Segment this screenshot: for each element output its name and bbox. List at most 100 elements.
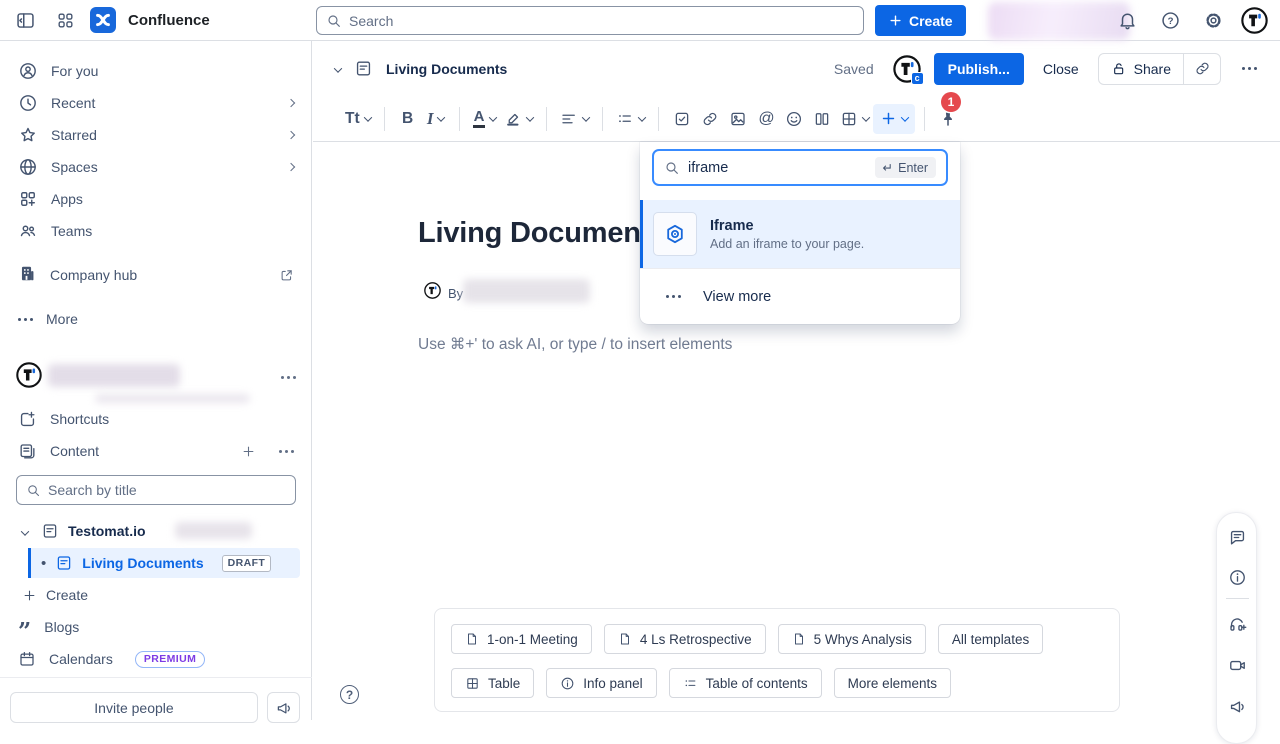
pushpin-icon xyxy=(939,110,957,128)
chevron-down-icon[interactable] xyxy=(335,60,341,78)
editing-avatar[interactable]: c xyxy=(893,55,921,83)
content-search[interactable] xyxy=(16,475,296,505)
page-icon-blue xyxy=(55,554,73,572)
settings-button[interactable] xyxy=(1198,5,1228,35)
space-more-icon[interactable] xyxy=(281,376,296,379)
template-button-5whys[interactable]: 5 Whys Analysis xyxy=(778,624,926,654)
editor-help-button[interactable]: ? xyxy=(340,685,359,704)
close-button[interactable]: Close xyxy=(1037,61,1085,77)
content-more-icon[interactable] xyxy=(279,450,294,453)
mention-button[interactable]: @ xyxy=(752,104,780,134)
layouts-button[interactable] xyxy=(808,104,836,134)
page-more-button[interactable] xyxy=(1234,54,1264,84)
highlighter-icon xyxy=(504,110,522,128)
more-dots-icon xyxy=(666,295,681,298)
tree-item-current-page[interactable]: • Living Documents DRAFT xyxy=(28,548,300,578)
redacted-space-name xyxy=(48,364,180,387)
tree-item-label: Living Documents xyxy=(82,555,203,571)
copy-link-button[interactable] xyxy=(1184,54,1220,84)
document-title[interactable]: Living Documents xyxy=(418,217,666,250)
all-templates-button[interactable]: All templates xyxy=(938,624,1043,654)
task-list-button[interactable] xyxy=(668,104,696,134)
bold-button[interactable]: B xyxy=(394,104,422,134)
sidebar-item-apps[interactable]: Apps xyxy=(8,184,304,214)
view-more-button[interactable]: View more xyxy=(640,269,960,324)
collapse-sidebar-button[interactable] xyxy=(10,5,40,35)
announcements-button[interactable] xyxy=(1217,690,1258,722)
insert-search-input[interactable] xyxy=(688,160,768,176)
text-styles-button[interactable]: Tt xyxy=(341,104,375,134)
lists-button[interactable] xyxy=(612,104,649,134)
add-content-icon[interactable] xyxy=(241,444,256,459)
confluence-logo-icon[interactable] xyxy=(90,7,116,33)
italic-button[interactable]: I xyxy=(422,104,450,134)
sidebar-item-spaces[interactable]: Spaces xyxy=(8,152,304,182)
insert-table-button[interactable]: Table xyxy=(451,668,534,698)
insert-search[interactable]: ↵ Enter xyxy=(652,149,948,186)
tree-item-parent-page[interactable]: Testomat.io xyxy=(22,518,146,544)
text-color-label: A xyxy=(473,109,486,128)
person-circle-icon xyxy=(18,61,38,81)
text-color-button[interactable]: A xyxy=(469,104,501,134)
sidebar-item-label: Blogs xyxy=(44,619,294,635)
help-button[interactable]: ? xyxy=(1155,5,1185,35)
chevron-down-icon xyxy=(489,113,497,121)
divider xyxy=(1226,598,1249,599)
global-search-input[interactable] xyxy=(349,13,854,29)
global-search[interactable] xyxy=(316,6,864,35)
insert-info-panel-button[interactable]: Info panel xyxy=(546,668,656,698)
chevron-down-icon xyxy=(526,113,534,121)
details-button[interactable] xyxy=(1217,561,1258,593)
teams-icon xyxy=(18,221,38,241)
author-avatar xyxy=(424,282,441,304)
draft-badge: DRAFT xyxy=(222,555,272,572)
insert-link-button[interactable] xyxy=(696,104,724,134)
divider xyxy=(546,107,547,131)
alignment-button[interactable] xyxy=(556,104,593,134)
chevron-down-icon[interactable] xyxy=(22,523,28,539)
sidebar-item-starred[interactable]: Starred xyxy=(8,120,304,150)
info-circle-icon xyxy=(1228,568,1247,587)
publish-button[interactable]: Publish... xyxy=(934,53,1024,85)
sidebar-item-recent[interactable]: Recent xyxy=(8,88,304,118)
comments-button[interactable] xyxy=(1217,521,1258,553)
feedback-button[interactable] xyxy=(267,692,300,723)
invite-people-button[interactable]: Invite people xyxy=(10,692,258,723)
sidebar-item-for-you[interactable]: For you xyxy=(8,56,304,86)
sidebar-item-calendars[interactable]: Calendars PREMIUM xyxy=(8,644,304,674)
sidebar-item-shortcuts[interactable]: Shortcuts xyxy=(8,404,304,434)
sidebar-item-label: Recent xyxy=(51,95,275,111)
app-switcher-icon xyxy=(56,11,75,30)
template-suggestions: 1-on-1 Meeting 4 Ls Retrospective 5 Whys… xyxy=(434,608,1120,712)
support-button[interactable] xyxy=(1217,608,1258,640)
sidebar-item-more[interactable]: More xyxy=(8,304,304,334)
more-elements-button[interactable]: More elements xyxy=(834,668,951,698)
video-button[interactable] xyxy=(1217,649,1258,681)
emoji-button[interactable] xyxy=(780,104,808,134)
notifications-button[interactable] xyxy=(1112,5,1142,35)
editor-placeholder[interactable]: Use ⌘+' to ask AI, or type / to insert e… xyxy=(418,335,732,354)
template-button-1on1[interactable]: 1-on-1 Meeting xyxy=(451,624,592,654)
panel-left-icon xyxy=(15,10,36,31)
profile-avatar[interactable] xyxy=(1241,7,1268,34)
insert-toc-button[interactable]: Table of contents xyxy=(669,668,822,698)
share-button[interactable]: Share xyxy=(1099,54,1183,84)
globe-icon xyxy=(18,157,38,177)
sidebar-item-teams[interactable]: Teams xyxy=(8,216,304,246)
insert-elements-button[interactable] xyxy=(873,104,915,134)
template-button-4ls[interactable]: 4 Ls Retrospective xyxy=(604,624,766,654)
app-switcher-button[interactable] xyxy=(50,5,80,35)
table-button[interactable] xyxy=(836,104,873,134)
sidebar-item-content[interactable]: Content xyxy=(8,436,304,466)
highlight-button[interactable] xyxy=(500,104,537,134)
info-icon xyxy=(560,676,575,691)
content-search-input[interactable] xyxy=(48,482,286,498)
insert-result-iframe[interactable]: Iframe Add an iframe to your page. xyxy=(640,200,960,268)
sidebar-item-company-hub[interactable]: Company hub xyxy=(8,260,304,290)
sidebar-item-blogs[interactable]: ” Blogs xyxy=(8,612,304,642)
redacted-page-suffix xyxy=(175,522,252,539)
create-button[interactable]: Create xyxy=(875,5,966,36)
question-circle-icon: ? xyxy=(1160,10,1181,31)
tree-create-button[interactable]: Create xyxy=(22,582,88,608)
insert-image-button[interactable] xyxy=(724,104,752,134)
